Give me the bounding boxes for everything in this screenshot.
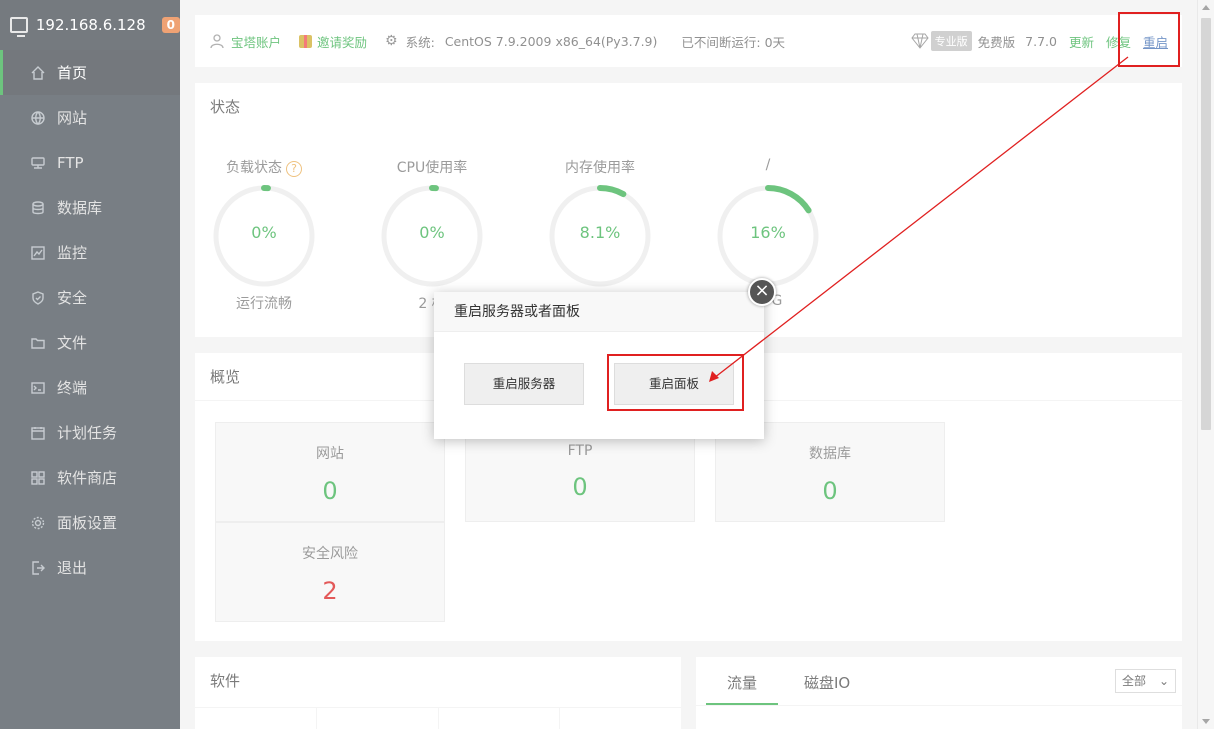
restart-dialog: 重启服务器或者面板 重启服务器 重启面板 xyxy=(434,292,764,439)
close-icon[interactable]: × xyxy=(748,278,776,306)
restart-server-button[interactable]: 重启服务器 xyxy=(464,363,584,405)
restart-panel-button[interactable]: 重启面板 xyxy=(614,363,734,405)
dialog-title: 重启服务器或者面板 xyxy=(434,292,764,332)
